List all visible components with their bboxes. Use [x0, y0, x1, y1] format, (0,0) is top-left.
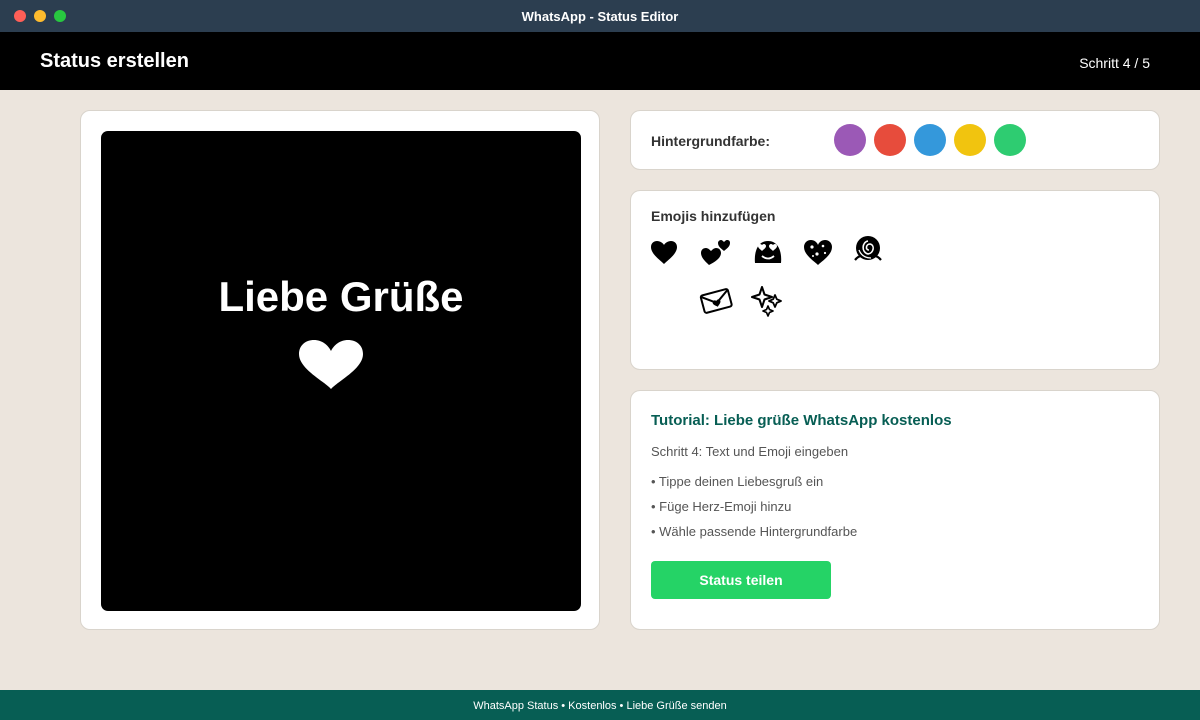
- rose-icon[interactable]: [851, 233, 885, 267]
- window-title: WhatsApp - Status Editor: [521, 9, 679, 24]
- background-color-picker: Hintergrundfarbe:: [630, 110, 1160, 170]
- status-canvas[interactable]: Liebe Grüße: [101, 131, 581, 611]
- tutorial-item: • Wähle passende Hintergrundfarbe: [651, 524, 858, 539]
- color-swatch-green[interactable]: [994, 124, 1026, 156]
- heavy-heart-icon[interactable]: [647, 235, 681, 269]
- heart-decoration-icon[interactable]: [699, 235, 733, 269]
- status-preview-card: Liebe Grüße: [80, 110, 600, 630]
- color-swatch-red[interactable]: [874, 124, 906, 156]
- smiling-face-heart-eyes-icon[interactable]: [751, 235, 785, 269]
- tutorial-step: Schritt 4: Text und Emoji eingeben: [651, 444, 849, 459]
- background-color-label: Hintergrundfarbe:: [651, 133, 770, 149]
- status-text[interactable]: Liebe Grüße: [101, 273, 581, 321]
- love-letter-icon[interactable]: [699, 283, 733, 317]
- emoji-picker: Emojis hinzufügen: [630, 190, 1160, 370]
- emoji-picker-label: Emojis hinzufügen: [651, 208, 776, 224]
- color-swatch-yellow[interactable]: [954, 124, 986, 156]
- tutorial-item: • Tippe deinen Liebesgruß ein: [651, 474, 824, 489]
- page-title: Status erstellen: [40, 50, 189, 72]
- color-swatch-blue[interactable]: [914, 124, 946, 156]
- share-status-button[interactable]: Status teilen: [651, 561, 831, 599]
- app-header: Status erstellen Schritt 4 / 5: [0, 32, 1200, 90]
- heart-icon[interactable]: [297, 339, 365, 391]
- tutorial-card: Tutorial: Liebe grüße WhatsApp kostenlos…: [630, 390, 1160, 630]
- color-swatch-purple[interactable]: [834, 124, 866, 156]
- step-indicator: Schritt 4 / 5: [1079, 55, 1150, 71]
- sparkles-icon[interactable]: [751, 283, 785, 317]
- sparkling-heart-icon[interactable]: [801, 235, 835, 269]
- tutorial-title: Tutorial: Liebe grüße WhatsApp kostenlos: [651, 412, 952, 429]
- tutorial-item: • Füge Herz-Emoji hinzu: [651, 499, 792, 514]
- footer: WhatsApp Status • Kostenlos • Liebe Grüß…: [0, 690, 1200, 720]
- window-titlebar: WhatsApp - Status Editor: [0, 0, 1200, 32]
